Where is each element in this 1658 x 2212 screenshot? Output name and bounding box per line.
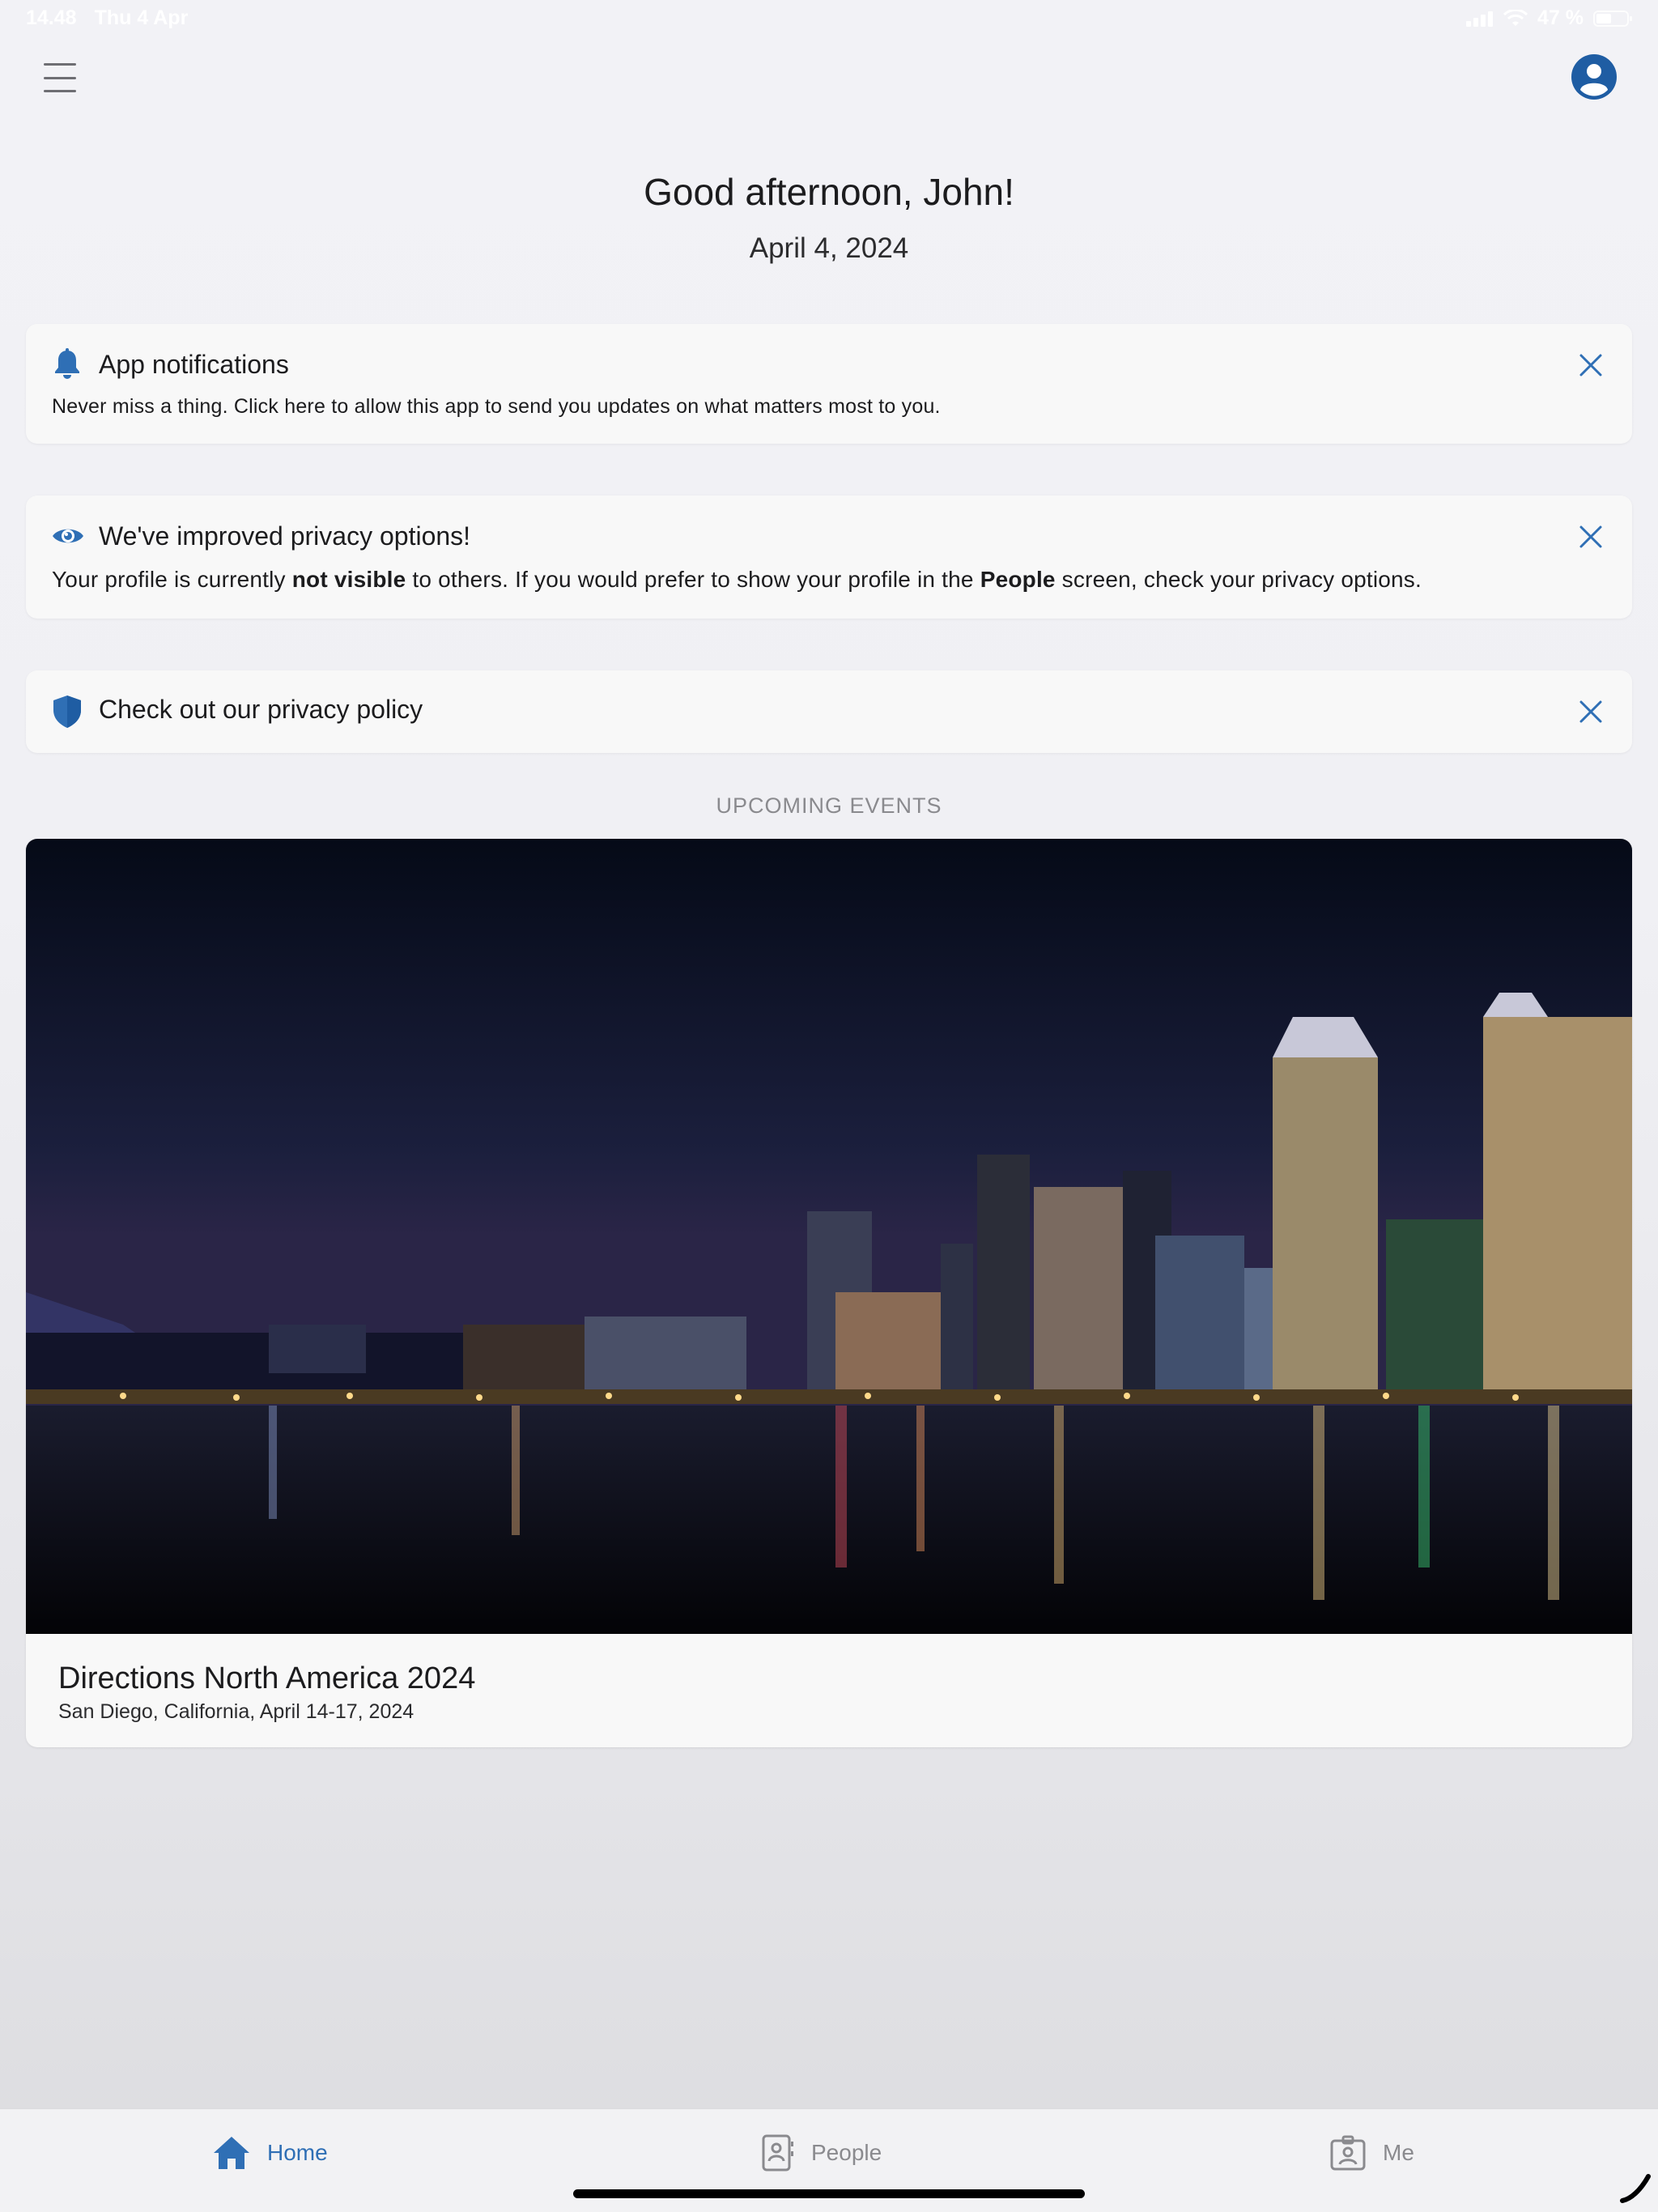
- tab-me[interactable]: Me: [1329, 2130, 1414, 2176]
- profile-avatar-icon[interactable]: [1571, 53, 1618, 100]
- home-indicator[interactable]: [573, 2189, 1085, 2198]
- event-title: Directions North America 2024: [58, 1661, 476, 1695]
- battery-percent: 47 %: [1537, 6, 1584, 29]
- cellular-signal-icon: [1466, 11, 1494, 27]
- tab-people-label: People: [811, 2140, 882, 2165]
- shield-icon: [52, 695, 83, 728]
- tab-me-label: Me: [1383, 2140, 1414, 2165]
- upcoming-events-heading: UPCOMING EVENTS: [716, 793, 942, 818]
- close-privacy-icon[interactable]: [1577, 523, 1605, 551]
- event-card[interactable]: Directions North America 2024 San Diego,…: [26, 839, 1632, 1747]
- close-policy-icon[interactable]: [1577, 698, 1605, 725]
- event-subtitle: San Diego, California, April 14-17, 2024: [58, 1700, 414, 1723]
- privacy-policy-title: Check out our privacy policy: [99, 695, 423, 724]
- app-notifications-title: App notifications: [99, 350, 289, 379]
- status-time: 14.48: [26, 6, 77, 29]
- wifi-icon: [1503, 9, 1528, 28]
- status-left: 14.48 Thu 4 Apr: [26, 6, 188, 30]
- status-bar: 14.48 Thu 4 Apr 47 %: [0, 0, 1658, 39]
- badge-id-icon: [1329, 2134, 1367, 2172]
- greeting-title: Good afternoon, John!: [644, 171, 1014, 213]
- privacy-options-card[interactable]: We've improved privacy options! Your pro…: [26, 496, 1632, 619]
- pencil-handle-icon: [1620, 2174, 1651, 2203]
- app-notifications-card[interactable]: App notifications Never miss a thing. Cl…: [26, 324, 1632, 444]
- tab-home-label: Home: [267, 2140, 328, 2165]
- status-right: 47 %: [1466, 6, 1634, 30]
- hamburger-menu-icon[interactable]: [40, 62, 79, 94]
- home-icon: [212, 2135, 251, 2171]
- privacy-options-body: Your profile is currently not visible to…: [52, 567, 1422, 592]
- tab-people[interactable]: People: [761, 2130, 882, 2176]
- bell-icon: [52, 348, 83, 381]
- close-notifications-icon[interactable]: [1577, 351, 1605, 379]
- privacy-options-title: We've improved privacy options!: [99, 521, 471, 551]
- contacts-icon: [761, 2133, 795, 2172]
- app-notifications-body: Never miss a thing. Click here to allow …: [52, 395, 941, 418]
- battery-icon: [1593, 10, 1634, 28]
- tab-home[interactable]: Home: [212, 2130, 328, 2176]
- current-date: April 4, 2024: [749, 232, 909, 264]
- privacy-policy-card[interactable]: Check out our privacy policy: [26, 670, 1632, 753]
- eye-icon: [52, 520, 83, 552]
- event-image: [26, 839, 1632, 1634]
- status-date: Thu 4 Apr: [94, 6, 189, 29]
